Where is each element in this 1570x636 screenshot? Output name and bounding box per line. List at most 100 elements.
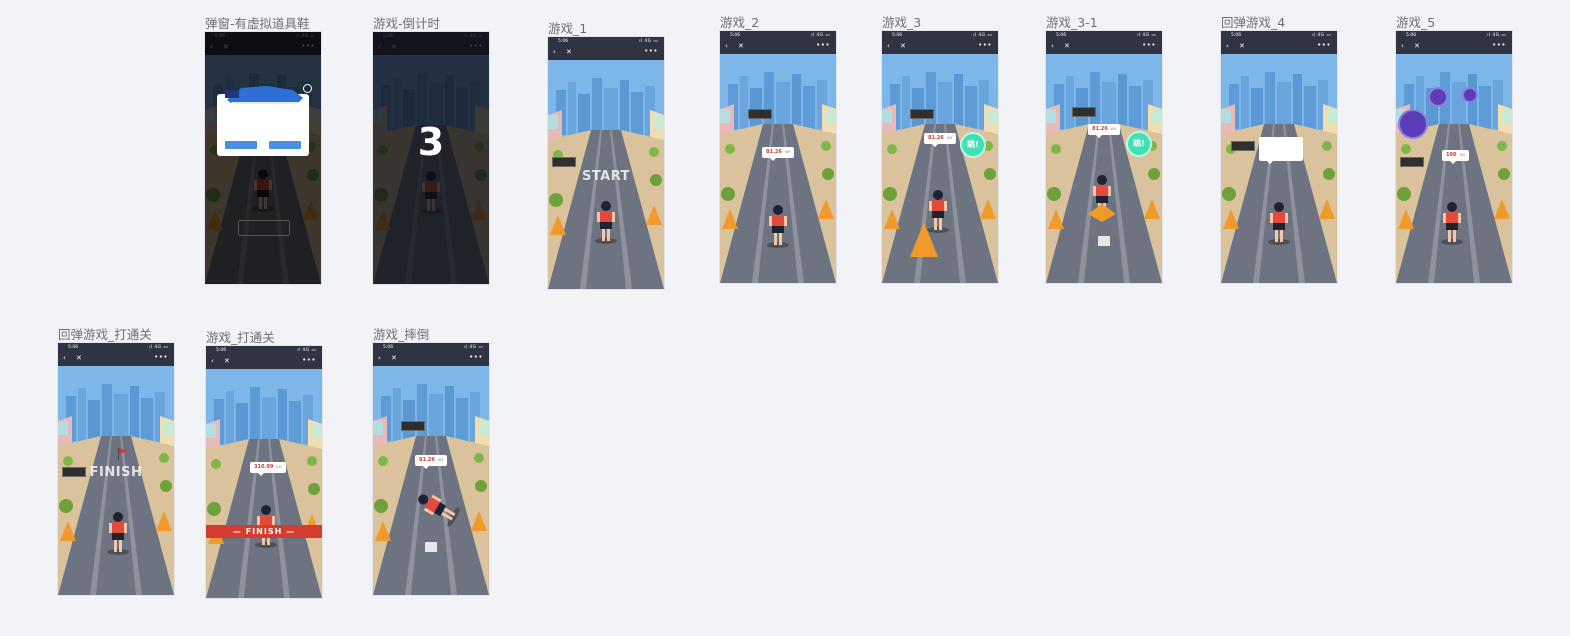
game-scene bbox=[1221, 54, 1337, 283]
game-scene bbox=[206, 369, 322, 598]
game-scene bbox=[720, 54, 836, 283]
frame-label: 回弹游戏_打通关 bbox=[58, 327, 152, 342]
back-icon[interactable]: ‹ bbox=[887, 42, 890, 50]
close-icon[interactable]: ✕ bbox=[566, 48, 572, 56]
status-bar: 5:06ıl 4G ▭ bbox=[1396, 31, 1512, 41]
popup-close-icon[interactable] bbox=[303, 84, 312, 93]
start-text: START bbox=[581, 169, 631, 184]
countdown-number: 3 bbox=[417, 120, 445, 164]
more-icon[interactable]: ••• bbox=[978, 41, 992, 49]
close-icon[interactable]: ✕ bbox=[76, 354, 82, 362]
popup-left-button[interactable] bbox=[225, 141, 257, 149]
status-bar: 5:06ıl 4G ▭ bbox=[882, 31, 998, 41]
game-scene bbox=[882, 54, 998, 283]
status-bar: 5:06ıl 4G ▭ bbox=[58, 343, 174, 353]
modal-overlay bbox=[205, 32, 321, 284]
navbar: ‹ ✕ ••• bbox=[1396, 41, 1512, 54]
close-icon[interactable]: ✕ bbox=[1064, 42, 1070, 50]
jump-button[interactable]: 跳! bbox=[1126, 131, 1152, 157]
start-button[interactable] bbox=[238, 220, 290, 236]
popup-right-button[interactable] bbox=[269, 141, 301, 149]
frame-label: 游戏_5 bbox=[1396, 15, 1436, 30]
close-icon[interactable]: ✕ bbox=[1239, 42, 1245, 50]
shoe-image bbox=[225, 86, 303, 104]
frame-label: 游戏_打通关 bbox=[206, 330, 275, 345]
distance-bubble: 81.26 KM bbox=[762, 147, 795, 161]
status-bar: 5:06ıl 4G ▭ bbox=[720, 31, 836, 41]
distance-bubble: 81.26 KM bbox=[1088, 124, 1121, 138]
frame-bounce-finish: 回弹游戏_打通关 5:06 ıl 4G ▭ ‹ ✕ ••• FINISH bbox=[58, 327, 174, 595]
close-icon[interactable]: ✕ bbox=[738, 42, 744, 50]
more-icon[interactable]: ••• bbox=[469, 353, 483, 361]
close-icon[interactable]: ✕ bbox=[1414, 42, 1420, 50]
frame-game-3: 游戏_3 5:06 ıl 4G ▭ ‹ ✕ ••• 81.26 KM 跳! bbox=[882, 15, 998, 283]
navbar: ‹ ✕ ••• bbox=[882, 41, 998, 54]
finish-banner: — FINISH — bbox=[206, 525, 322, 538]
more-icon[interactable]: ••• bbox=[1317, 41, 1331, 49]
frame-game-finish: 游戏_打通关 5:06 ıl 4G ▭ ‹ ✕ ••• 310.99 KM — FINI… bbox=[206, 330, 322, 598]
back-icon[interactable]: ‹ bbox=[1401, 42, 1404, 50]
phone-screen: 5:06ıl 4G ▭ ‹✕••• bbox=[205, 32, 321, 284]
phone-screen: 5:06 ıl 4G ▭ ‹ ✕ ••• 81.26 KM bbox=[720, 31, 836, 283]
navbar: ‹ ✕ ••• bbox=[206, 356, 322, 369]
back-icon[interactable]: ‹ bbox=[553, 48, 556, 56]
back-icon[interactable]: ‹ bbox=[1226, 42, 1229, 50]
phone-screen: 5:06 ıl 4G ▭ ‹ ✕ ••• START bbox=[548, 37, 664, 289]
jump-button[interactable]: 跳! bbox=[960, 132, 986, 158]
frame-label: 游戏_3-1 bbox=[1046, 15, 1098, 30]
phone-screen: 5:06 ıl 4G ▭ ‹ ✕ ••• FINISH bbox=[58, 343, 174, 595]
frame-game-fall: 游戏_摔倒 5:06 ıl 4G ▭ ‹ ✕ ••• 81.26 KM bbox=[373, 327, 489, 595]
close-icon[interactable]: ✕ bbox=[900, 42, 906, 50]
status-bar: 5:06ıl 4G ▭ bbox=[373, 343, 489, 353]
distance-bubble: 81.26 KM bbox=[924, 133, 957, 147]
navbar: ‹ ✕ ••• bbox=[58, 353, 174, 366]
phone-screen: 5:06 ıl 4G ▭ ‹ ✕ ••• 81.26 KM bbox=[373, 343, 489, 595]
prize-badge-icon bbox=[1428, 87, 1448, 107]
close-icon[interactable]: ✕ bbox=[224, 357, 230, 365]
status-bar: 5:06ıl 4G ▭ bbox=[1221, 31, 1337, 41]
more-icon[interactable]: ••• bbox=[302, 356, 316, 364]
distance-bubble: 100 KM bbox=[1442, 150, 1469, 164]
phone-screen: 5:06ıl 4G ▭ ‹ ✕ ••• bbox=[1221, 31, 1337, 283]
navbar: ‹ ✕ ••• bbox=[1046, 41, 1162, 54]
back-icon[interactable]: ‹ bbox=[725, 42, 728, 50]
status-bar: 5:06ıl 4G ▭ bbox=[1046, 31, 1162, 41]
more-icon[interactable]: ••• bbox=[644, 47, 658, 55]
back-icon[interactable]: ‹ bbox=[211, 357, 214, 365]
game-scene bbox=[1396, 54, 1512, 283]
frame-game-2: 游戏_2 5:06 ıl 4G ▭ ‹ ✕ ••• 81.26 KM bbox=[720, 15, 836, 283]
frame-popup: 弹窗-有虚拟道具鞋 5:06ıl 4G ▭ ‹✕••• bbox=[205, 16, 321, 284]
status-bar: 5:06ıl 4G ▭ bbox=[206, 346, 322, 356]
distance-bubble: 81.26 KM bbox=[415, 455, 448, 469]
distance-sign bbox=[1400, 157, 1424, 167]
back-icon[interactable]: ‹ bbox=[63, 354, 66, 362]
back-icon[interactable]: ‹ bbox=[1051, 42, 1054, 50]
navbar: ‹ ✕ ••• bbox=[720, 41, 836, 54]
distance-sign bbox=[910, 109, 934, 119]
frame-label: 游戏_3 bbox=[882, 15, 922, 30]
close-icon[interactable]: ✕ bbox=[391, 354, 397, 362]
more-icon[interactable]: ••• bbox=[1142, 41, 1156, 49]
distance-sign bbox=[1072, 107, 1096, 117]
frame-game-5: 游戏_5 5:06 ıl 4G ▭ ‹ ✕ ••• 100 KM bbox=[1396, 15, 1512, 283]
frame-countdown: 游戏-倒计时 5:06ıl 4G ▭ ‹✕••• 3 bbox=[373, 16, 489, 284]
navbar: ‹ ✕ ••• bbox=[548, 47, 664, 60]
phone-screen: 5:06 ıl 4G ▭ ‹ ✕ ••• 310.99 KM — FINISH — bbox=[206, 346, 322, 598]
frame-label: 游戏_摔倒 bbox=[373, 327, 430, 342]
more-icon[interactable]: ••• bbox=[1492, 41, 1506, 49]
frame-label: 游戏-倒计时 bbox=[373, 16, 441, 31]
navbar: ‹ ✕ ••• bbox=[373, 353, 489, 366]
status-bar: 5:06ıl 4G ▭ bbox=[548, 37, 664, 47]
more-icon[interactable]: ••• bbox=[816, 41, 830, 49]
phone-screen: 5:06ıl 4G ▭ ‹✕••• 3 bbox=[373, 32, 489, 284]
frame-game-1: 游戏_1 5:06 ıl 4G ▭ ‹ ✕ ••• START bbox=[548, 21, 664, 289]
back-icon[interactable]: ‹ bbox=[378, 354, 381, 362]
navbar: ‹ ✕ ••• bbox=[1221, 41, 1337, 54]
phone-screen: 5:06 ıl 4G ▭ ‹ ✕ ••• 81.26 KM 跳! bbox=[1046, 31, 1162, 283]
more-icon[interactable]: ••• bbox=[154, 353, 168, 361]
frame-label: 回弹游戏_4 bbox=[1221, 15, 1286, 30]
frame-game-3-1: 游戏_3-1 5:06 ıl 4G ▭ ‹ ✕ ••• 81.26 KM 跳! bbox=[1046, 15, 1162, 283]
phone-screen: 5:06 ıl 4G ▭ ‹ ✕ ••• 100 KM bbox=[1396, 31, 1512, 283]
distance-bubble: 310.99 KM bbox=[250, 462, 286, 476]
distance-sign bbox=[748, 109, 772, 119]
